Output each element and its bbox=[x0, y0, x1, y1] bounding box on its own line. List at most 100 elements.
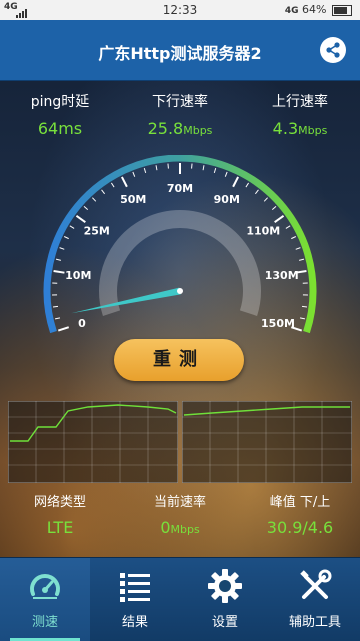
gauge-minor-tick bbox=[53, 306, 58, 307]
upload-stat: 上行速率 4.3Mbps bbox=[240, 87, 360, 138]
gauge-minor-tick bbox=[55, 318, 60, 319]
gauge-minor-tick bbox=[214, 168, 215, 173]
bottom-stats: 网络类型 LTE 当前速率 0Mbps 峰值 下/上 30.9/4.6 bbox=[0, 485, 360, 545]
gauge-major-tick bbox=[233, 177, 238, 187]
gauge-minor-tick bbox=[272, 206, 276, 209]
gauge-tick-label: 110M bbox=[246, 225, 280, 238]
retest-button[interactable]: 重测 bbox=[114, 339, 244, 381]
gauge-minor-tick bbox=[64, 237, 69, 239]
network-type-value: LTE bbox=[0, 518, 120, 537]
gauge-minor-tick bbox=[70, 226, 74, 229]
gauge-tick-label: 130M bbox=[265, 269, 299, 282]
gauge-tick-label: 150M bbox=[261, 317, 295, 330]
nav-label-tools: 辅助工具 bbox=[270, 611, 360, 630]
current-rate-stat: 当前速率 0Mbps bbox=[120, 485, 240, 537]
upload-value: 4.3Mbps bbox=[240, 119, 360, 138]
gauge-minor-tick bbox=[60, 248, 65, 250]
ping-value: 64ms bbox=[0, 119, 120, 138]
nav-item-settings[interactable]: 设置 bbox=[180, 558, 270, 641]
download-number: 25.8 bbox=[148, 119, 184, 138]
gauge-major-tick bbox=[58, 327, 68, 330]
ping-stat: ping时延 64ms bbox=[0, 87, 120, 138]
download-stat: 下行速率 25.8Mbps bbox=[120, 87, 240, 138]
title-bar: 广东Http测试服务器2 bbox=[0, 20, 360, 81]
gauge-major-tick bbox=[54, 271, 65, 273]
status-bar: 4G 12:33 4G 64% bbox=[0, 0, 360, 20]
nav-label-speedtest: 测速 bbox=[0, 611, 90, 630]
gauge-tick-label: 10M bbox=[65, 269, 91, 282]
top-stats: ping时延 64ms 下行速率 25.8Mbps 上行速率 4.3Mbps bbox=[0, 87, 360, 147]
gauge-minor-tick bbox=[133, 172, 135, 177]
nav-item-tools[interactable]: 辅助工具 bbox=[270, 558, 360, 641]
ping-label: ping时延 bbox=[0, 91, 120, 111]
download-unit: Mbps bbox=[183, 124, 212, 137]
gauge-minor-tick bbox=[84, 206, 88, 209]
peak-value: 30.9/4.6 bbox=[240, 518, 360, 537]
gauge-minor-tick bbox=[300, 318, 305, 319]
gauge-major-tick bbox=[122, 177, 127, 187]
nav-label-results: 结果 bbox=[90, 611, 180, 630]
gauge-minor-tick bbox=[56, 259, 61, 260]
network-type-stat: 网络类型 LTE bbox=[0, 485, 120, 537]
gauge-minor-tick bbox=[296, 248, 301, 250]
battery-icon bbox=[332, 5, 352, 16]
gauge-minor-tick bbox=[203, 165, 204, 170]
upload-number: 4.3 bbox=[273, 119, 298, 138]
gear-icon bbox=[207, 568, 243, 604]
tools-icon bbox=[297, 568, 333, 604]
gauge-minor-tick bbox=[264, 198, 267, 202]
gauge-minor-tick bbox=[225, 172, 227, 177]
gauge-minor-tick bbox=[255, 190, 258, 194]
gauge-needle bbox=[71, 288, 181, 314]
gauge-tick-label: 0 bbox=[78, 317, 86, 330]
speedometer-icon bbox=[27, 568, 63, 604]
ping-number: 64 bbox=[38, 119, 58, 138]
current-rate-number: 0 bbox=[160, 518, 170, 537]
share-icon bbox=[320, 37, 346, 63]
gauge-minor-tick bbox=[291, 237, 296, 239]
gauge-tick-label: 25M bbox=[84, 225, 110, 238]
peak-label: 峰值 下/上 bbox=[240, 491, 360, 510]
page-title: 广东Http测试服务器2 bbox=[0, 40, 360, 64]
upload-label: 上行速率 bbox=[240, 91, 360, 111]
gauge-minor-tick bbox=[302, 306, 307, 307]
nav-item-speedtest[interactable]: 测速 bbox=[0, 558, 90, 641]
gauge-tick-label: 70M bbox=[167, 182, 193, 195]
battery-percent: 64% bbox=[302, 3, 326, 16]
speed-test-panel: ping时延 64ms 下行速率 25.8Mbps 上行速率 4.3Mbps 0… bbox=[0, 81, 360, 557]
speed-history-charts bbox=[8, 401, 352, 483]
status-right: 4G 64% bbox=[285, 3, 352, 16]
gauge-major-tick bbox=[275, 216, 284, 222]
gauge-minor-tick bbox=[299, 259, 304, 260]
current-rate-value: 0Mbps bbox=[120, 518, 240, 537]
current-rate-unit: Mbps bbox=[171, 523, 200, 536]
download-value: 25.8Mbps bbox=[120, 119, 240, 138]
nav-item-results[interactable]: 结果 bbox=[90, 558, 180, 641]
gauge-minor-tick bbox=[102, 190, 105, 194]
download-label: 下行速率 bbox=[120, 91, 240, 111]
nav-label-settings: 设置 bbox=[180, 611, 270, 630]
list-icon bbox=[117, 568, 153, 604]
download-history-chart bbox=[8, 401, 178, 483]
network-type-label: 网络类型 bbox=[0, 491, 120, 510]
peak-stat: 峰值 下/上 30.9/4.6 bbox=[240, 485, 360, 537]
current-rate-label: 当前速率 bbox=[120, 491, 240, 510]
gauge-minor-tick bbox=[111, 183, 114, 187]
upload-unit: Mbps bbox=[298, 124, 327, 137]
upload-chart-svg bbox=[182, 401, 352, 483]
gauge-minor-tick bbox=[144, 168, 145, 173]
gauge-minor-tick bbox=[92, 198, 95, 202]
gauge-tick-label: 50M bbox=[120, 193, 146, 206]
gauge-minor-tick bbox=[246, 183, 249, 187]
gauge-minor-tick bbox=[286, 226, 290, 229]
bottom-nav: 测速 结果 设置 bbox=[0, 557, 360, 641]
gauge-minor-tick bbox=[156, 165, 157, 170]
ping-unit: ms bbox=[58, 119, 82, 138]
gauge-major-tick bbox=[76, 216, 85, 222]
upload-history-chart bbox=[182, 401, 352, 483]
gauge-inner-ring bbox=[108, 219, 252, 313]
right-network-indicator: 4G bbox=[285, 6, 299, 16]
share-button[interactable] bbox=[320, 37, 346, 63]
gauge-hub bbox=[177, 288, 183, 294]
download-chart-svg bbox=[8, 401, 178, 483]
